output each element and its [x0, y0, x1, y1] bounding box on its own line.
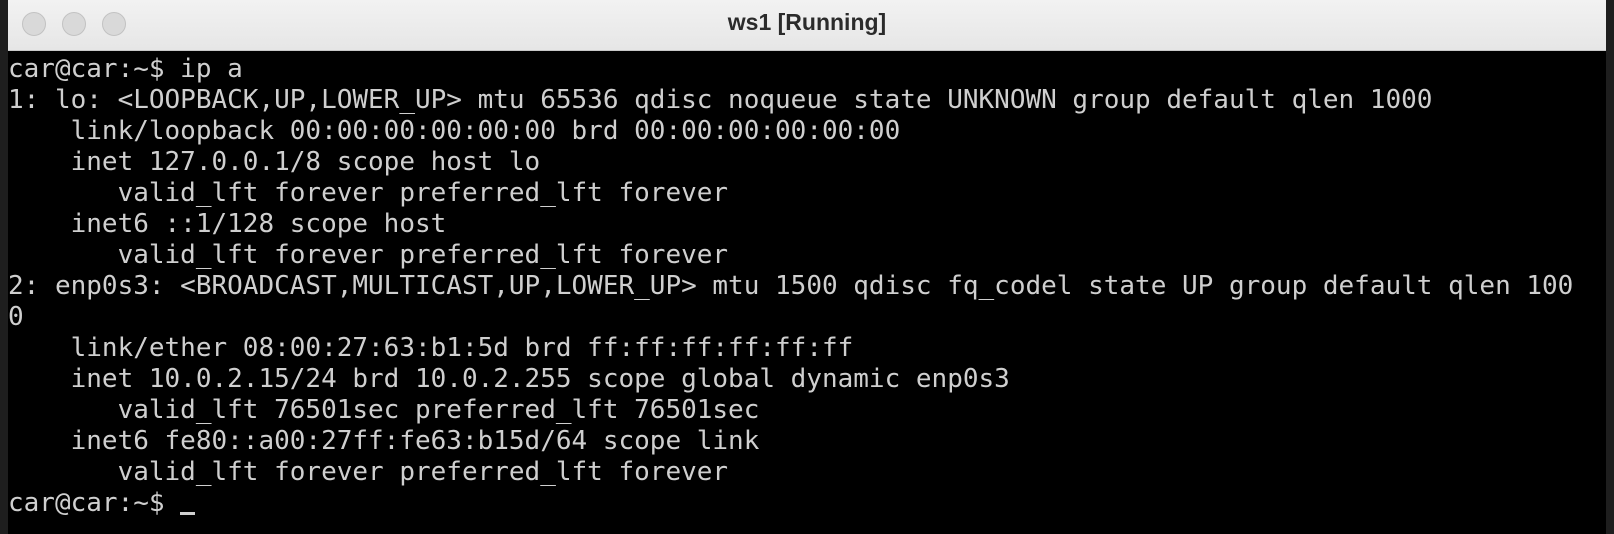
terminal-line: inet6 fe80::a00:27ff:fe63:b15d/64 scope …	[8, 426, 760, 456]
terminal-line: valid_lft forever preferred_lft forever	[8, 240, 729, 270]
terminal-line: link/ether 08:00:27:63:b1:5d brd ff:ff:f…	[8, 333, 854, 363]
terminal-line: inet6 ::1/128 scope host	[8, 209, 447, 239]
terminal-line: valid_lft forever preferred_lft forever	[8, 178, 729, 208]
vm-window: ws1 [Running] car@car:~$ ip a 1: lo: <LO…	[8, 0, 1606, 534]
terminal-line: 2: enp0s3: <BROADCAST,MULTICAST,UP,LOWER…	[8, 271, 1574, 301]
terminal-line: valid_lft 76501sec preferred_lft 76501se…	[8, 395, 760, 425]
terminal-line: link/loopback 00:00:00:00:00:00 brd 00:0…	[8, 116, 901, 146]
terminal-prompt-line[interactable]: car@car:~$	[8, 488, 196, 519]
terminal-console[interactable]: car@car:~$ ip a 1: lo: <LOOPBACK,UP,LOWE…	[8, 54, 1606, 534]
title-bar[interactable]: ws1 [Running]	[8, 0, 1606, 51]
prompt-text: car@car:~$	[8, 488, 181, 518]
terminal-line: 1: lo: <LOOPBACK,UP,LOWER_UP> mtu 65536 …	[8, 85, 1433, 115]
terminal-line: car@car:~$ ip a	[8, 54, 243, 84]
terminal-line: valid_lft forever preferred_lft forever	[8, 457, 729, 487]
text-cursor	[180, 512, 196, 515]
terminal-line: inet 10.0.2.15/24 brd 10.0.2.255 scope g…	[8, 364, 1010, 394]
window-title: ws1 [Running]	[727, 9, 887, 35]
terminal-line: inet 127.0.0.1/8 scope host lo	[8, 147, 541, 177]
terminal-line: 0	[8, 302, 24, 332]
